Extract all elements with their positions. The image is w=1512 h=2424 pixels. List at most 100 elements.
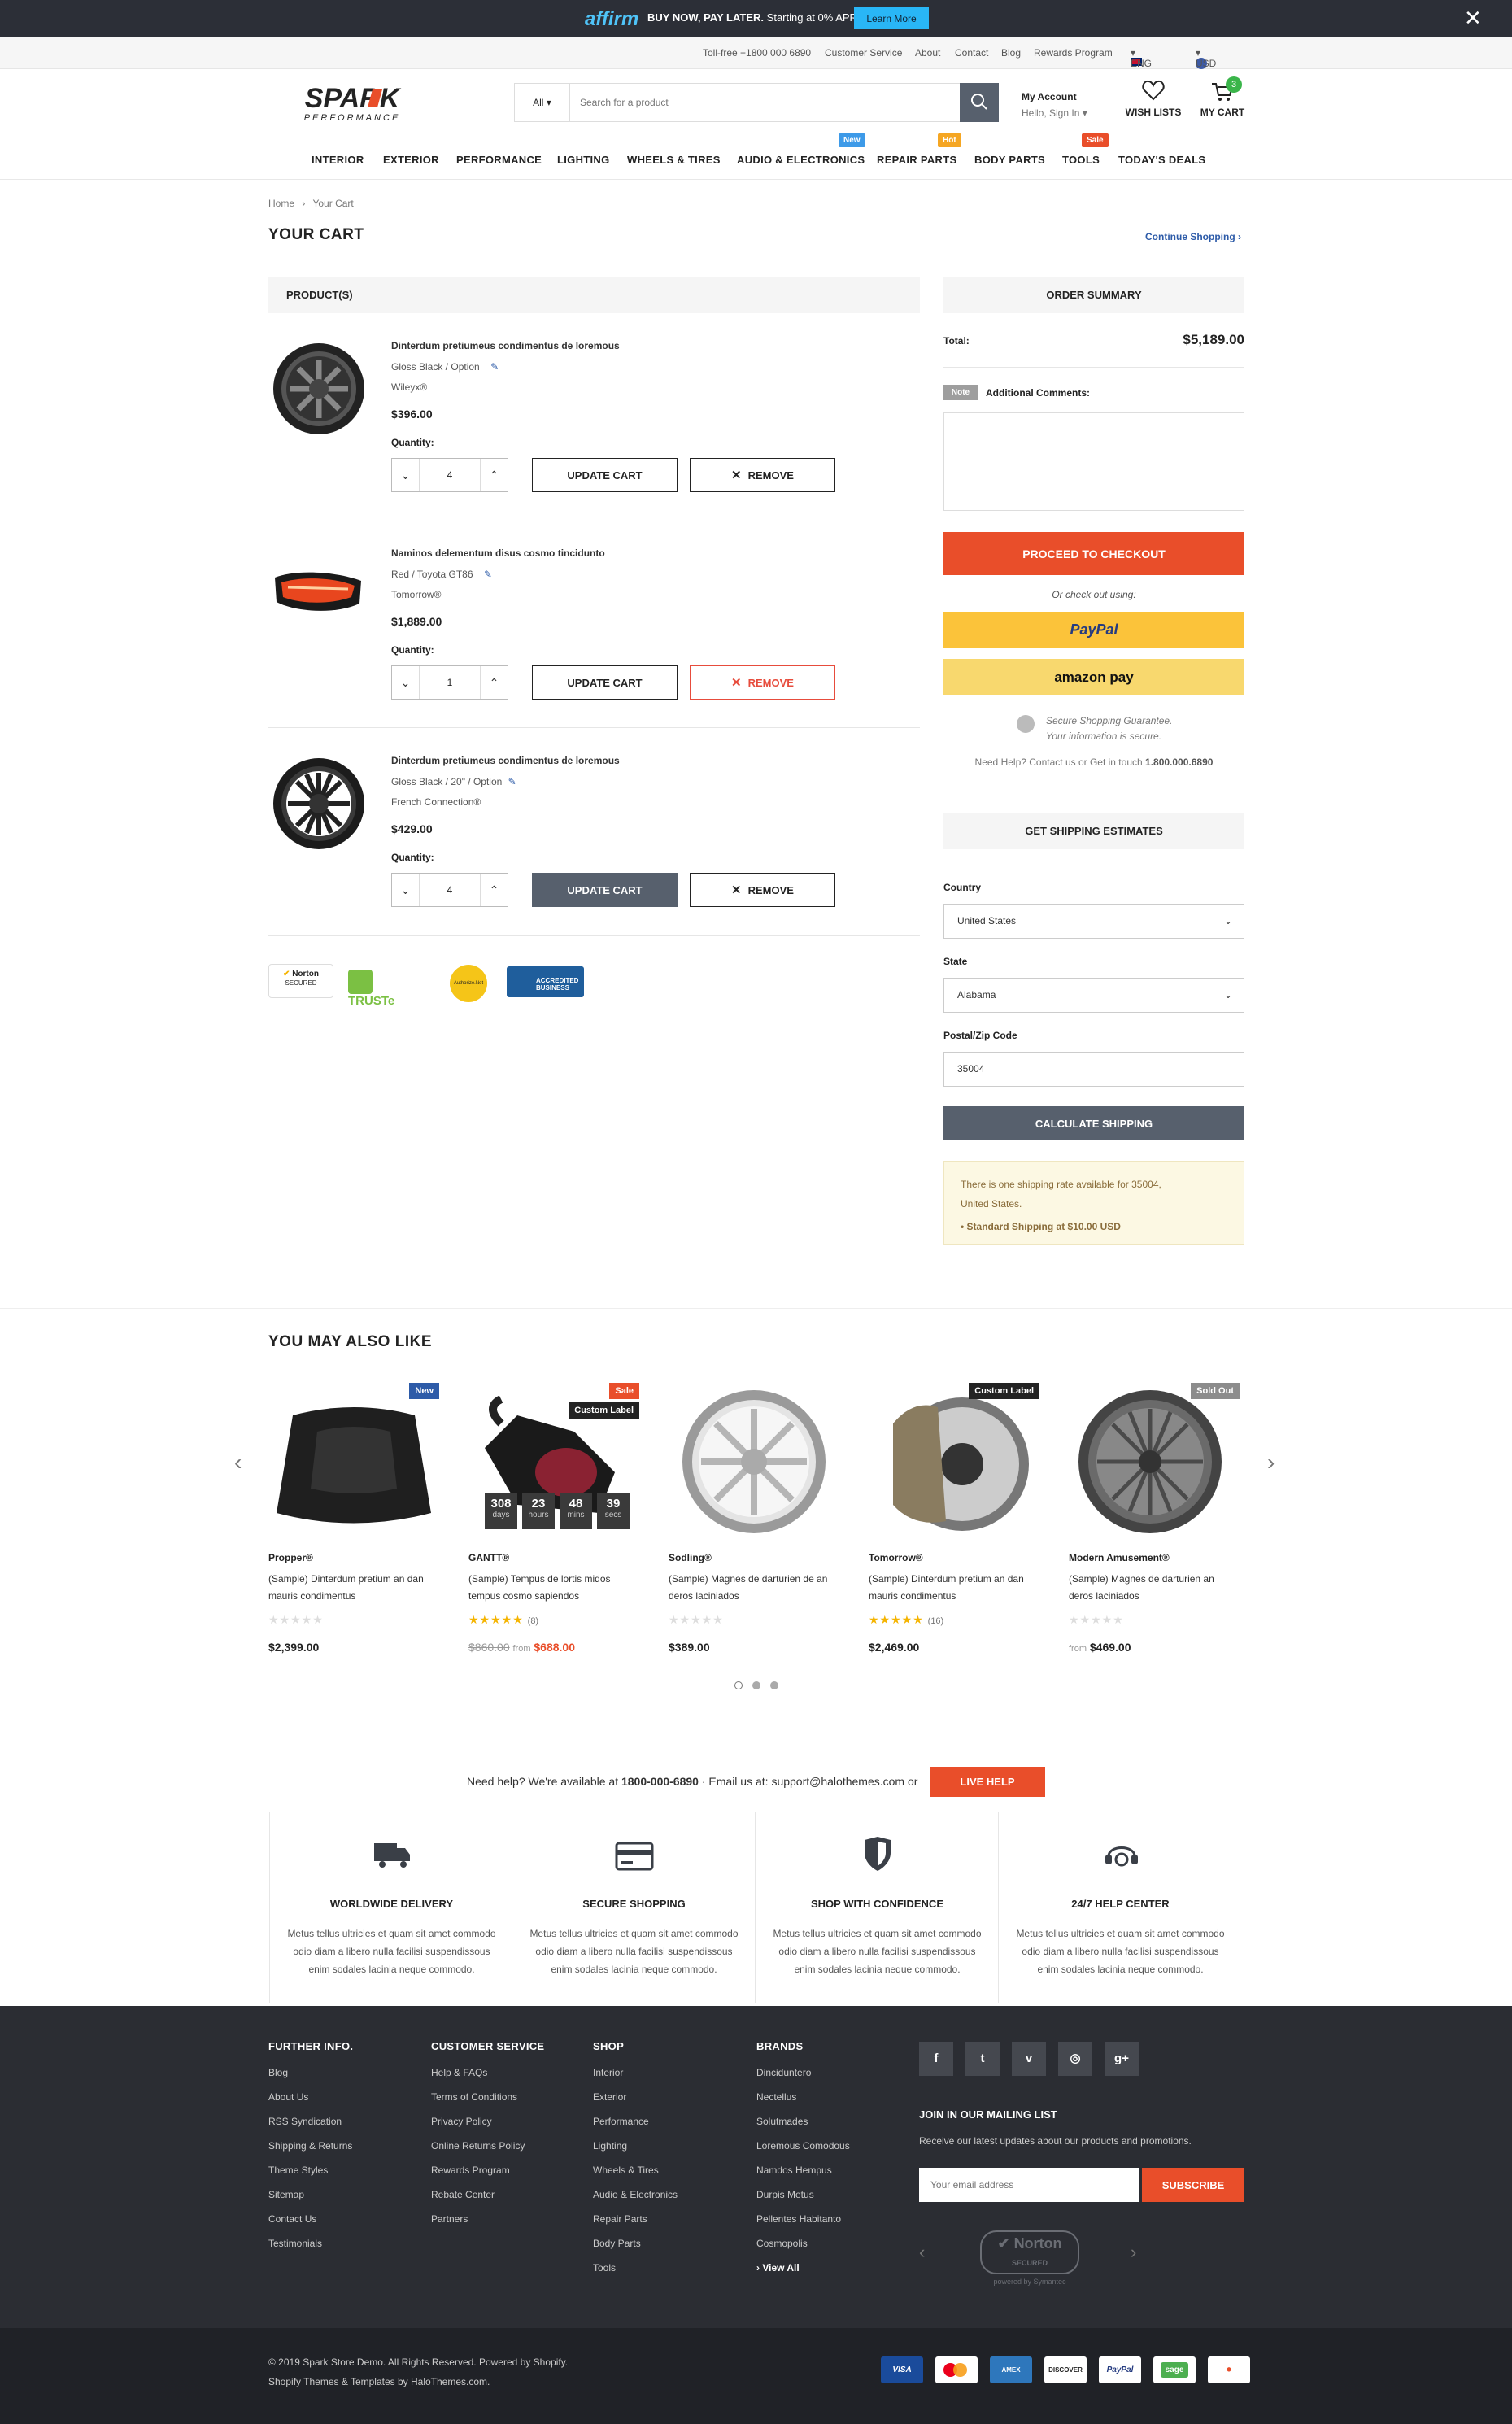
footer-link[interactable]: Sitemap (268, 2189, 353, 2213)
facebook-icon[interactable]: f (919, 2042, 953, 2076)
twitter-icon[interactable]: t (965, 2042, 1000, 2076)
close-icon[interactable]: ✕ (1464, 7, 1482, 29)
footer-link[interactable]: RSS Syndication (268, 2116, 353, 2140)
product-card[interactable]: Sold Out Modern Amusement® (Sample) Magn… (1069, 1383, 1240, 1659)
quantity-value[interactable]: 4 (420, 874, 480, 906)
footer-link[interactable]: Lighting (593, 2140, 678, 2165)
view-all-link[interactable]: › View All (756, 2262, 850, 2287)
product-title[interactable]: (Sample) Magnes de darturien an deros la… (1069, 1571, 1231, 1605)
chevron-right-icon[interactable]: › (1131, 2242, 1136, 2263)
chevron-left-icon[interactable]: ‹ (919, 2242, 925, 2263)
carousel-dot[interactable] (752, 1681, 760, 1689)
search-button[interactable] (960, 83, 999, 122)
footer-link[interactable]: Pellentes Habitanto (756, 2213, 850, 2238)
cart-item-name[interactable]: Naminos delementum disus cosmo tincidunt… (391, 547, 605, 559)
language-selector[interactable]: ENG ▾ (1131, 47, 1152, 69)
chevron-up-icon[interactable]: ⌃ (480, 874, 508, 906)
nav-item-repair-parts[interactable]: REPAIR PARTS (877, 154, 956, 166)
cart-link[interactable]: MY CART (1194, 81, 1251, 118)
cart-item-name[interactable]: Dinterdum pretiumeus condimentus de lore… (391, 340, 620, 351)
footer-link[interactable]: Audio & Electronics (593, 2189, 678, 2213)
nav-item-exterior[interactable]: EXTERIOR (383, 154, 439, 166)
footer-link[interactable]: Online Returns Policy (431, 2140, 544, 2165)
remove-button[interactable]: ✕ REMOVE (690, 458, 835, 492)
customer-service-link[interactable]: Customer Service (825, 47, 902, 59)
footer-link[interactable]: Testimonials (268, 2238, 353, 2262)
carousel-dot[interactable] (770, 1681, 778, 1689)
footer-link[interactable]: Namdos Hempus (756, 2165, 850, 2189)
footer-link[interactable]: Solutmades (756, 2116, 850, 2140)
product-title[interactable]: (Sample) Dinterdum pretium an dan mauris… (869, 1571, 1031, 1605)
carousel-prev-icon[interactable]: ‹ (234, 1450, 242, 1476)
nav-item-todays-deals[interactable]: TODAY'S DEALS (1118, 154, 1205, 166)
footer-link[interactable]: Interior (593, 2067, 678, 2091)
remove-button[interactable]: ✕ REMOVE (690, 665, 835, 700)
footer-link[interactable]: Exterior (593, 2091, 678, 2116)
contact-link[interactable]: Contact (955, 47, 988, 59)
product-card[interactable]: New Propper® (Sample) Dinterdum pretium … (268, 1383, 439, 1659)
chevron-up-icon[interactable]: ⌃ (480, 459, 508, 491)
country-select[interactable]: United States ⌄ (943, 904, 1244, 939)
help-phone[interactable]: 1800-000-6890 (621, 1775, 699, 1788)
chevron-down-icon[interactable]: ⌄ (392, 666, 420, 699)
footer-link[interactable]: Nectellus (756, 2091, 850, 2116)
wishlist-link[interactable]: WISH LISTS (1121, 80, 1186, 118)
zip-input[interactable]: 35004 (943, 1052, 1244, 1087)
footer-link[interactable]: Terms of Conditions (431, 2091, 544, 2116)
product-image-wheel[interactable] (270, 755, 368, 852)
footer-link[interactable]: Privacy Policy (431, 2116, 544, 2140)
chevron-up-icon[interactable]: ⌃ (480, 666, 508, 699)
update-cart-button[interactable]: UPDATE CART (532, 458, 678, 492)
amazon-pay-button[interactable]: amazon pay (943, 659, 1244, 695)
learn-more-button[interactable]: Learn More (854, 7, 929, 29)
comments-textarea[interactable] (943, 412, 1244, 511)
footer-link[interactable]: Durpis Metus (756, 2189, 850, 2213)
chevron-down-icon[interactable]: ⌄ (392, 459, 420, 491)
nav-item-wheels-tires[interactable]: WHEELS & TIRES (627, 154, 721, 166)
continue-shopping-link[interactable]: Continue Shopping › (1145, 231, 1241, 242)
product-image-taillight[interactable] (270, 561, 368, 626)
footer-link[interactable]: Contact Us (268, 2213, 353, 2238)
carousel-dot[interactable] (734, 1681, 743, 1689)
footer-link[interactable]: Shipping & Returns (268, 2140, 353, 2165)
account-menu[interactable]: My Account Hello, Sign In ▾ (1022, 91, 1087, 119)
nav-item-lighting[interactable]: LIGHTING (557, 154, 610, 166)
email-field[interactable] (919, 2168, 1139, 2202)
search-category-select[interactable]: All ▾ (515, 84, 570, 121)
footer-link[interactable]: Loremous Comodous (756, 2140, 850, 2165)
footer-link[interactable]: Performance (593, 2116, 678, 2140)
paypal-button[interactable]: PayPal (943, 612, 1244, 648)
update-cart-button[interactable]: UPDATE CART (532, 873, 678, 907)
quantity-value[interactable]: 1 (420, 666, 480, 699)
footer-link[interactable]: Partners (431, 2213, 544, 2238)
footer-link[interactable]: Blog (268, 2067, 353, 2091)
footer-link[interactable]: Wheels & Tires (593, 2165, 678, 2189)
edit-icon[interactable]: ✎ (490, 361, 499, 373)
vimeo-icon[interactable]: v (1012, 2042, 1046, 2076)
footer-link[interactable]: Cosmopolis (756, 2238, 850, 2262)
checkout-button[interactable]: PROCEED TO CHECKOUT (943, 532, 1244, 575)
instagram-icon[interactable]: ◎ (1058, 2042, 1092, 2076)
cart-item-name[interactable]: Dinterdum pretiumeus condimentus de lore… (391, 755, 620, 766)
nav-item-audio-electronics[interactable]: AUDIO & ELECTRONICS (737, 154, 865, 166)
carousel-next-icon[interactable]: › (1267, 1450, 1275, 1476)
product-card[interactable]: Sodling® (Sample) Magnes de darturien de… (669, 1383, 839, 1659)
nav-item-tools[interactable]: TOOLS (1062, 154, 1100, 166)
footer-link[interactable]: Tools (593, 2262, 678, 2287)
quantity-value[interactable]: 4 (420, 459, 480, 491)
remove-button[interactable]: ✕ REMOVE (690, 873, 835, 907)
footer-link[interactable]: Repair Parts (593, 2213, 678, 2238)
footer-link[interactable]: Body Parts (593, 2238, 678, 2262)
product-title[interactable]: (Sample) Dinterdum pretium an dan mauris… (268, 1571, 431, 1605)
need-help-phone[interactable]: 1.800.000.6890 (1145, 756, 1213, 768)
chevron-down-icon[interactable]: ⌄ (392, 874, 420, 906)
footer-link[interactable]: Rebate Center (431, 2189, 544, 2213)
rewards-link[interactable]: Rewards Program (1034, 47, 1113, 59)
search-input[interactable] (580, 84, 905, 121)
shipping-estimates-toggle[interactable]: GET SHIPPING ESTIMATES (943, 813, 1244, 849)
nav-item-body-parts[interactable]: BODY PARTS (974, 154, 1045, 166)
footer-link[interactable]: Help & FAQs (431, 2067, 544, 2091)
google-plus-icon[interactable]: g+ (1105, 2042, 1139, 2076)
calculate-shipping-button[interactable]: CALCULATE SHIPPING (943, 1106, 1244, 1140)
edit-icon[interactable]: ✎ (508, 776, 516, 787)
